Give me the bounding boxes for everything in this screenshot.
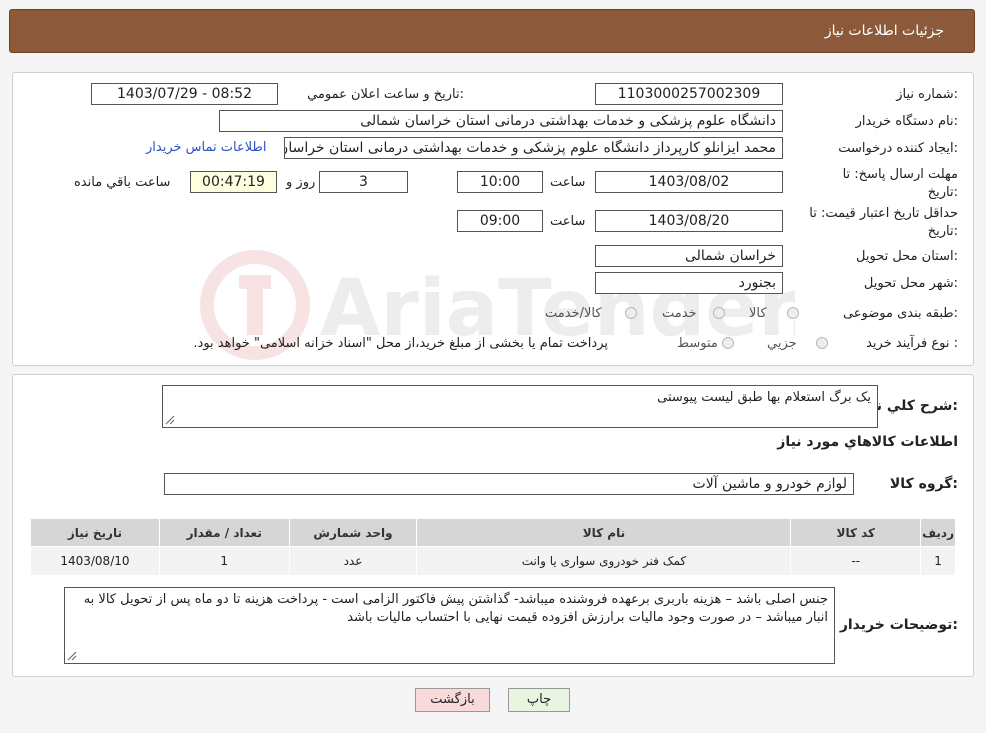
province-label: استان محل تحويل:	[856, 249, 958, 264]
col-need-date: تاريخ نياز	[30, 518, 160, 547]
buyer-contact-link[interactable]: اطلاعات تماس خريدار	[146, 140, 266, 155]
deadline-time-field: 10:00	[457, 171, 543, 193]
deadline-label-date: تاريخ:	[927, 185, 958, 200]
category-service-label: خدمت	[662, 306, 697, 321]
province-field: خراسان شمالی	[595, 245, 783, 267]
goods-info-heading: اطلاعات کالاهاي مورد نياز	[777, 434, 958, 450]
summary-textarea[interactable]: یک برگ استعلام بها طبق لیست پیوستی	[162, 385, 878, 428]
back-button[interactable]: بازگشت	[415, 688, 490, 712]
page-header: جزئیات اطلاعات نیاز	[9, 9, 975, 53]
goods-table: رديف کد کالا نام کالا واحد شمارش تعداد /…	[30, 518, 956, 576]
process-minor-radio[interactable]	[816, 337, 828, 349]
announce-label: تاریخ و ساعت اعلان عمومي:	[307, 87, 464, 102]
col-row-number: رديف	[920, 518, 956, 547]
category-goods-service-radio[interactable]	[625, 307, 637, 319]
cell-item-name: کمک فنر خودروی سواری یا وانت	[416, 546, 792, 576]
category-service-radio[interactable]	[713, 307, 725, 319]
col-unit: واحد شمارش	[288, 518, 418, 547]
requester-field: محمد ایزانلو کارپرداز دانشگاه علوم پزشکی…	[284, 137, 783, 159]
col-item-name: نام کالا	[416, 518, 792, 547]
validity-label: حداقل تاريخ اعتبار قيمت: تا	[809, 206, 958, 221]
resize-grip-icon[interactable]	[165, 415, 175, 425]
buyer-notes-text: جنس اصلی باشد – هزینه باربری برعهده فروش…	[83, 592, 828, 625]
cell-unit: عدد	[288, 546, 418, 576]
summary-text: یک برگ استعلام بها طبق لیست پیوستی	[657, 390, 871, 405]
page-title: جزئیات اطلاعات نیاز	[824, 23, 944, 39]
need-number-label: شماره نیاز:	[896, 87, 958, 102]
process-type-label: نوع فرآيند خريد :	[866, 336, 958, 351]
days-remaining-field: 3	[319, 171, 408, 193]
validity-date-field: 1403/08/20	[595, 210, 783, 232]
cell-row-number: 1	[920, 546, 956, 576]
city-field: بجنورد	[595, 272, 783, 294]
validity-label-date: تاريخ:	[927, 224, 958, 239]
goods-table-header: رديف کد کالا نام کالا واحد شمارش تعداد /…	[30, 518, 956, 547]
buyer-notes-textarea[interactable]: جنس اصلی باشد – هزینه باربری برعهده فروش…	[64, 587, 835, 664]
validity-time-field: 09:00	[457, 210, 543, 232]
cell-need-date: 1403/08/10	[30, 546, 160, 576]
col-item-code: کد کالا	[790, 518, 922, 547]
deadline-date-field: 1403/08/02	[595, 171, 783, 193]
col-quantity: تعداد / مقدار	[158, 518, 290, 547]
process-note: پرداخت تمام يا بخشی از مبلغ خريد،از محل …	[193, 336, 608, 351]
buyer-org-field: دانشگاه علوم پزشکی و خدمات بهداشتی درمان…	[219, 110, 783, 132]
need-number-field: 1103000257002309	[595, 83, 783, 105]
requester-label: ايجاد کننده درخواست:	[838, 141, 958, 156]
process-minor-label: جزيي	[767, 336, 797, 351]
category-goods-label: کالا	[749, 306, 767, 321]
print-button[interactable]: چاپ	[508, 688, 570, 712]
city-label: شهر محل تحويل:	[863, 276, 958, 291]
category-goods-service-label: کالا/خدمت	[545, 306, 602, 321]
category-label: طبقه بندی موضوعی:	[842, 306, 958, 321]
category-goods-radio[interactable]	[787, 307, 799, 319]
remaining-time-field: 00:47:19	[190, 171, 277, 193]
buyer-notes-label: توضيحات خريدار:	[839, 617, 958, 633]
goods-group-label: گروه کالا:	[889, 476, 958, 492]
announce-datetime-field: 1403/07/29 - 08:52	[91, 83, 278, 105]
cell-quantity: 1	[158, 546, 290, 576]
deadline-time-label: ساعت	[550, 175, 586, 190]
cell-item-code: --	[790, 546, 922, 576]
deadline-label: مهلت ارسال پاسخ: تا	[842, 167, 958, 182]
resize-grip-icon[interactable]	[67, 651, 77, 661]
remaining-time-label: ساعت باقي مانده	[74, 175, 171, 190]
process-medium-label: متوسط	[677, 336, 718, 351]
days-label: روز و	[286, 175, 316, 190]
process-medium-radio[interactable]	[722, 337, 734, 349]
table-row: 1 -- کمک فنر خودروی سواری یا وانت عدد 1 …	[30, 546, 956, 576]
announce-datetime-value: 1403/07/29 - 08:52	[117, 86, 252, 102]
validity-time-label: ساعت	[550, 214, 586, 229]
buyer-org-label: نام دستگاه خريدار:	[855, 114, 958, 129]
goods-group-field: لوازم خودرو و ماشین آلات	[164, 473, 854, 495]
